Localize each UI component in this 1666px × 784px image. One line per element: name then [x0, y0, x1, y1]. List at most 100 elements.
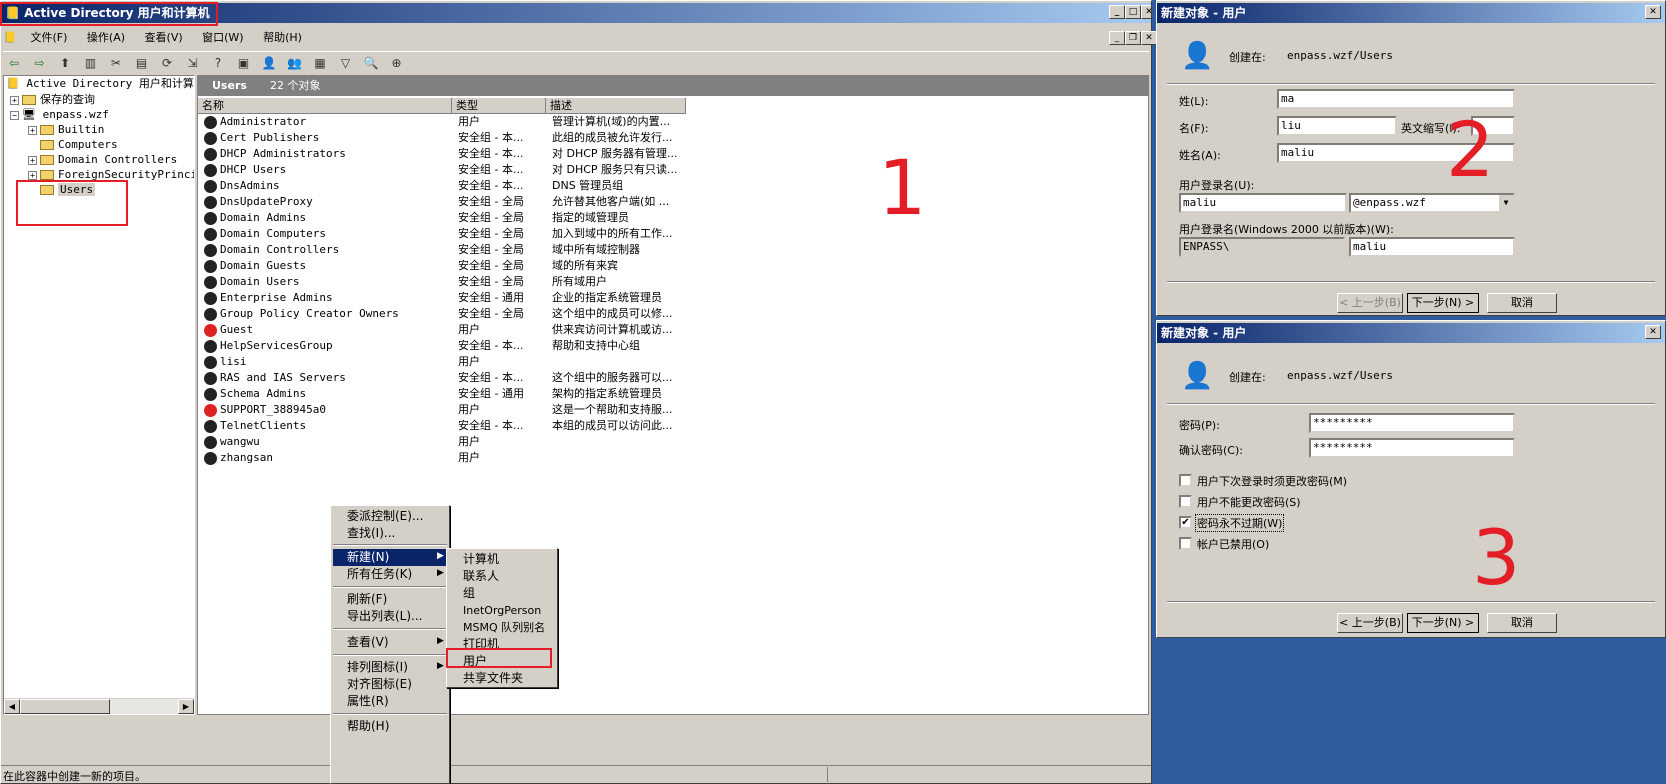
ctx-find[interactable]: 查找(I)...	[347, 525, 395, 542]
dialog2-cancel-button[interactable]: 取消	[1487, 613, 1557, 633]
show-tree-icon[interactable]: ▥	[81, 54, 101, 72]
properties-icon[interactable]: ▤	[132, 54, 152, 72]
ctx-export[interactable]: 导出列表(L)...	[347, 608, 423, 625]
table-row[interactable]: TelnetClients 安全组 - 本... 本组的成员可以访问此...	[202, 418, 682, 434]
up-level-icon[interactable]: ⬆	[55, 54, 75, 72]
table-row[interactable]: DHCP Users 安全组 - 本... 对 DHCP 服务只有只读...	[202, 162, 682, 178]
ctx-new[interactable]: 新建(N)	[347, 549, 389, 566]
dialog1-next-button[interactable]: 下一步(N) >	[1407, 293, 1479, 313]
tree-builtin[interactable]: + Builtin	[28, 122, 104, 138]
ctx-properties[interactable]: 属性(R)	[347, 693, 389, 710]
column-type[interactable]: 类型	[452, 98, 546, 114]
table-row[interactable]: DHCP Administrators 安全组 - 本... 对 DHCP 服务器有…	[202, 146, 682, 162]
scroll-thumb[interactable]	[20, 699, 110, 714]
cut-icon[interactable]: ✂	[106, 54, 126, 72]
table-row[interactable]: DnsAdmins 安全组 - 本... DNS 管理员组	[202, 178, 682, 194]
prewin-name-input[interactable]: maliu	[1349, 237, 1515, 257]
tree-saved-queries[interactable]: + 保存的查询	[10, 92, 95, 108]
table-row[interactable]: zhangsan 用户	[202, 450, 682, 466]
table-row[interactable]: Domain Guests 安全组 - 全局 域的所有来宾	[202, 258, 682, 274]
refresh-icon[interactable]: ⟳	[157, 54, 177, 72]
dialog1-cancel-button[interactable]: 取消	[1487, 293, 1557, 313]
ctx-all-tasks[interactable]: 所有任务(K)	[347, 566, 412, 583]
tree-computers[interactable]: Computers	[40, 137, 118, 153]
column-name[interactable]: 名称	[198, 98, 452, 114]
new-shared-folder[interactable]: 共享文件夹	[463, 670, 523, 687]
filter-icon[interactable]: ▽	[336, 54, 356, 72]
expand-icon[interactable]: +	[28, 170, 37, 180]
export-icon[interactable]: ⇲	[183, 54, 203, 72]
dialog2-close-button[interactable]: ✕	[1645, 325, 1661, 339]
table-row[interactable]: lisi 用户	[202, 354, 682, 370]
dialog2-back-button[interactable]: < 上一步(B)	[1337, 613, 1403, 633]
first-name-input[interactable]: liu	[1277, 116, 1397, 136]
child-restore-button[interactable]: ❐	[1125, 31, 1141, 45]
expand-icon[interactable]: +	[10, 95, 19, 105]
table-row[interactable]: DnsUpdateProxy 安全组 - 全局 允许替其他客户端(如 ...	[202, 194, 682, 210]
table-row[interactable]: Domain Users 安全组 - 全局 所有域用户	[202, 274, 682, 290]
close-button[interactable]: ✕	[1141, 5, 1151, 19]
table-row[interactable]: Domain Computers 安全组 - 全局 加入到域中的所有工作...	[202, 226, 682, 242]
child-minimize-button[interactable]: _	[1109, 31, 1125, 45]
back-icon[interactable]: ⇦	[4, 54, 24, 72]
new-computer[interactable]: 计算机	[463, 551, 499, 568]
chevron-down-icon[interactable]: ▼	[1499, 195, 1513, 211]
new-msmq-alias[interactable]: MSMQ 队列别名	[463, 619, 545, 636]
new-inetorgperson[interactable]: InetOrgPerson	[463, 602, 541, 619]
cannot-change-checkbox[interactable]	[1179, 495, 1192, 508]
tree-hscrollbar[interactable]: ◀ ▶	[4, 698, 194, 714]
table-row[interactable]: SUPPORT_388945a0 用户 这是一个帮助和支持服...	[202, 402, 682, 418]
menu-file[interactable]: 文件(F)	[23, 28, 76, 48]
table-row[interactable]: Schema Admins 安全组 - 通用 架构的指定系统管理员	[202, 386, 682, 402]
must-change-checkbox[interactable]	[1179, 474, 1192, 487]
tree-domain-controllers[interactable]: + Domain Controllers	[28, 152, 177, 168]
dialog1-close-button[interactable]: ✕	[1645, 5, 1661, 19]
scroll-left-button[interactable]: ◀	[4, 699, 20, 714]
ctx-delegate[interactable]: 委派控制(E)...	[347, 508, 423, 525]
ctx-refresh[interactable]: 刷新(F)	[347, 591, 387, 608]
forward-icon[interactable]: ⇨	[30, 54, 50, 72]
table-row[interactable]: Group Policy Creator Owners 安全组 - 全局 这个组中的…	[202, 306, 682, 322]
table-row[interactable]: Cert Publishers 安全组 - 本... 此组的成员被允许发行...	[202, 130, 682, 146]
add-to-group-icon[interactable]: ⊕	[387, 54, 407, 72]
menu-view[interactable]: 查看(V)	[137, 28, 191, 48]
new-ou-icon[interactable]: ▦	[310, 54, 330, 72]
password-input[interactable]: *********	[1309, 413, 1515, 433]
ctx-view[interactable]: 查看(V)	[347, 634, 389, 651]
dialog2-next-button[interactable]: 下一步(N) >	[1407, 613, 1479, 633]
domain-select[interactable]: @enpass.wzf ▼	[1349, 193, 1515, 213]
new-group[interactable]: 组	[463, 585, 475, 602]
table-row[interactable]: RAS and IAS Servers 安全组 - 本... 这个组中的服务器可以.…	[202, 370, 682, 386]
table-row[interactable]: HelpServicesGroup 安全组 - 本... 帮助和支持中心组	[202, 338, 682, 354]
new-user-icon[interactable]: 👤	[259, 54, 279, 72]
ctx-arrange[interactable]: 排列图标(I)	[347, 659, 408, 676]
child-close-button[interactable]: ✕	[1141, 31, 1157, 45]
account-disabled-checkbox[interactable]	[1179, 537, 1192, 550]
tree-root[interactable]: 📒 Active Directory 用户和计算机	[6, 76, 194, 92]
scroll-right-button[interactable]: ▶	[178, 699, 194, 714]
new-contact[interactable]: 联系人	[463, 568, 499, 585]
logon-name-input[interactable]: maliu	[1179, 193, 1347, 213]
expand-icon[interactable]: +	[28, 125, 37, 135]
menu-window[interactable]: 窗口(W)	[194, 28, 251, 48]
maximize-button[interactable]: □	[1125, 5, 1141, 19]
expand-icon[interactable]: +	[28, 155, 37, 165]
table-row[interactable]: Administrator 用户 管理计算机(域)的内置...	[202, 114, 682, 130]
console-icon[interactable]: ▣	[234, 54, 254, 72]
collapse-icon[interactable]: −	[10, 110, 19, 120]
ctx-help[interactable]: 帮助(H)	[347, 718, 389, 735]
help-icon[interactable]: ?	[208, 54, 228, 72]
table-row[interactable]: Guest 用户 供来宾访问计算机或访...	[202, 322, 682, 338]
confirm-password-input[interactable]: *********	[1309, 438, 1515, 458]
table-row[interactable]: Enterprise Admins 安全组 - 通用 企业的指定系统管理员	[202, 290, 682, 306]
menu-help[interactable]: 帮助(H)	[255, 28, 310, 48]
table-row[interactable]: wangwu 用户	[202, 434, 682, 450]
table-row[interactable]: Domain Admins 安全组 - 全局 指定的域管理员	[202, 210, 682, 226]
never-expires-checkbox[interactable]: ✔	[1179, 516, 1192, 529]
tree-domain[interactable]: − 🖥 enpass.wzf	[10, 107, 109, 123]
ctx-line-up[interactable]: 对齐图标(E)	[347, 676, 412, 693]
menu-action[interactable]: 操作(A)	[79, 28, 133, 48]
column-desc[interactable]: 描述	[546, 98, 686, 114]
find-icon[interactable]: 🔍	[361, 54, 381, 72]
table-row[interactable]: Domain Controllers 安全组 - 全局 域中所有域控制器	[202, 242, 682, 258]
